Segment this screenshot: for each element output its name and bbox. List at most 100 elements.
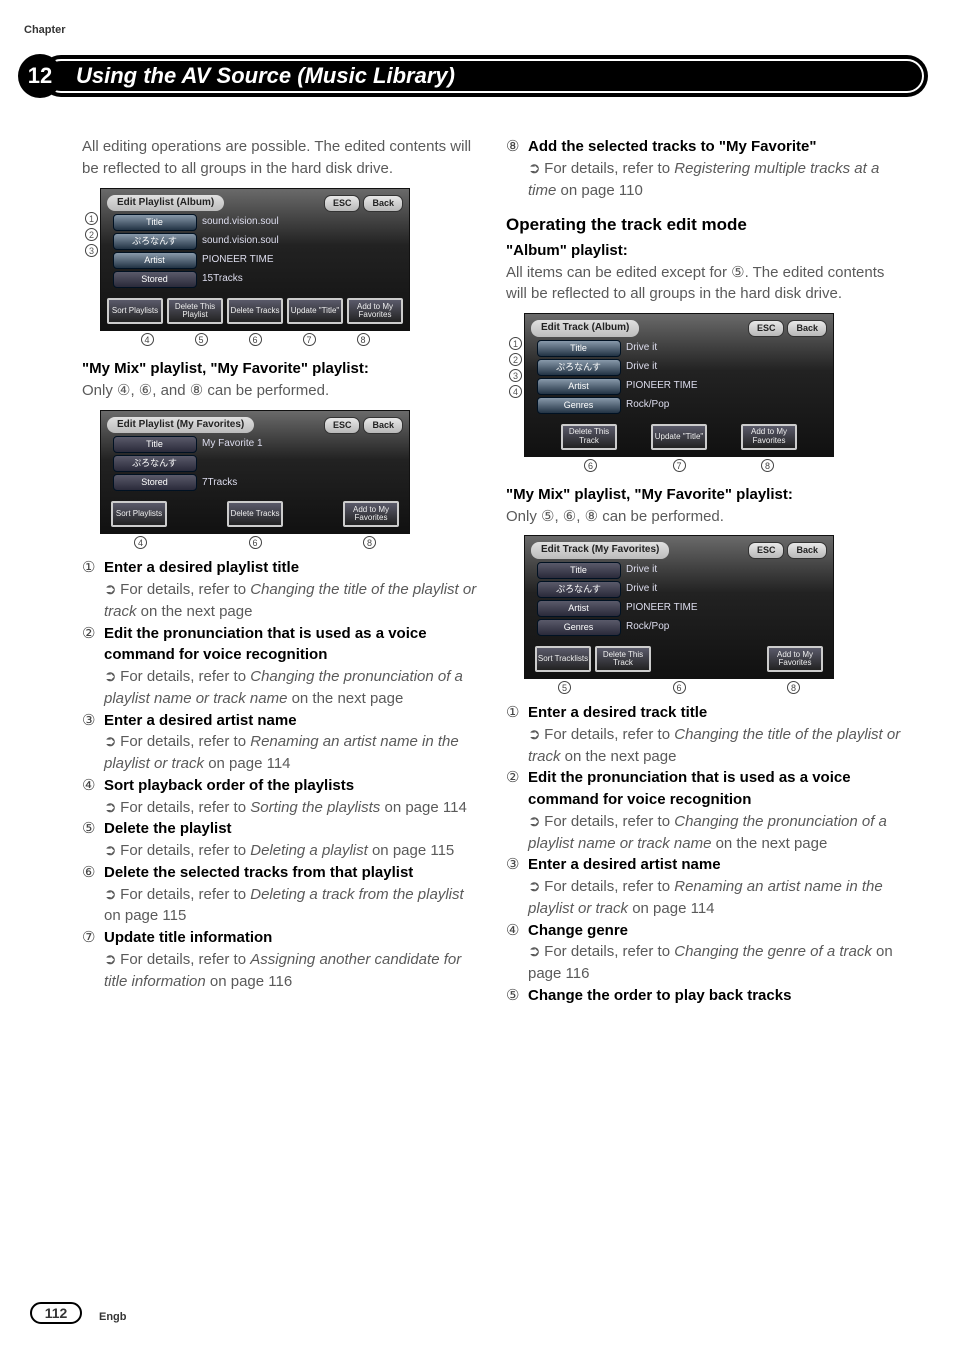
- item-title: Sort playback order of the playlists: [104, 777, 354, 794]
- callout-7: 7: [303, 333, 316, 346]
- arrow-icon: ➲: [104, 840, 116, 862]
- item-title: Delete the playlist: [104, 820, 232, 837]
- sort-tracklists-button[interactable]: Sort Tracklists: [535, 646, 591, 672]
- arrow-icon: ➲: [104, 579, 116, 601]
- arrow-icon: ➲: [528, 158, 540, 180]
- callout-5: 5: [558, 681, 571, 694]
- chapter-title: Using the AV Source (Music Library): [76, 63, 455, 89]
- mymix-heading: "My Mix" playlist, "My Favorite" playlis…: [82, 358, 478, 380]
- item-title: Update title information: [104, 929, 272, 946]
- sort-playlists-button[interactable]: Sort Playlists: [111, 501, 167, 527]
- field-label: Title: [113, 436, 197, 453]
- sort-playlists-button[interactable]: Sort Playlists: [107, 298, 163, 324]
- update-title-button[interactable]: Update "Title": [287, 298, 343, 324]
- callout-6: 6: [249, 536, 262, 549]
- field-label[interactable]: Artist: [537, 378, 621, 395]
- back-button[interactable]: Back: [787, 320, 827, 337]
- field-label[interactable]: Title: [113, 214, 197, 231]
- item-title: Enter a desired artist name: [104, 712, 297, 729]
- mymix-heading-right: "My Mix" playlist, "My Favorite" playlis…: [506, 484, 902, 506]
- arrow-icon: ➲: [528, 811, 540, 833]
- shot-header: Edit Playlist (My Favorites): [107, 417, 254, 434]
- field-value: My Favorite 1: [202, 437, 263, 452]
- mymix-para: Only ④, ⑥, and ⑧ can be performed.: [82, 380, 478, 402]
- list-item: ⑥Delete the selected tracks from that pl…: [82, 862, 478, 927]
- delete-tracks-button[interactable]: Delete Tracks: [227, 298, 283, 324]
- delete-this-playlist-button[interactable]: Delete This Playlist: [167, 298, 223, 324]
- field-value: Drive it: [626, 563, 657, 578]
- callout-8: 8: [363, 536, 376, 549]
- item-title: Enter a desired artist name: [528, 856, 721, 873]
- arrow-icon: ➲: [104, 949, 116, 971]
- field-label[interactable]: Artist: [113, 252, 197, 269]
- list-item: ④Sort playback order of the playlists➲ F…: [82, 775, 478, 819]
- callout-3: 3: [509, 369, 522, 382]
- field-label[interactable]: Title: [537, 340, 621, 357]
- item-title: Change genre: [528, 922, 628, 939]
- list-item: ①Enter a desired track title➲ For detail…: [506, 702, 902, 767]
- add-to-my-favorites-button[interactable]: Add to My Favorites: [767, 646, 823, 672]
- mymix-para-right: Only ⑤, ⑥, ⑧ can be performed.: [506, 506, 902, 528]
- item-title: Edit the pronunciation that is used as a…: [104, 625, 427, 664]
- list-item: ⑤Change the order to play back tracks: [506, 985, 902, 1007]
- arrow-icon: ➲: [528, 876, 540, 898]
- esc-button[interactable]: ESC: [324, 195, 361, 212]
- back-button[interactable]: Back: [787, 542, 827, 559]
- list-item: ④Change genre➲ For details, refer to Cha…: [506, 920, 902, 985]
- update-title-button[interactable]: Update "Title": [651, 424, 707, 450]
- add-to-my-favorites-button[interactable]: Add to My Favorites: [343, 501, 399, 527]
- item-title: Add the selected tracks to "My Favorite": [528, 138, 816, 155]
- arrow-icon: ➲: [528, 941, 540, 963]
- callout-4: 4: [509, 385, 522, 398]
- field-value: Drive it: [626, 582, 657, 597]
- callout-8: 8: [787, 681, 800, 694]
- field-value: PIONEER TIME: [626, 379, 698, 394]
- callout-4: 4: [141, 333, 154, 346]
- list-item: ③Enter a desired artist name➲ For detail…: [506, 854, 902, 919]
- shot-header: Edit Track (My Favorites): [531, 542, 669, 559]
- field-label: ぷろなんす: [113, 455, 197, 472]
- field-label[interactable]: ぷろなんす: [113, 233, 197, 250]
- right-steps-list: ①Enter a desired track title➲ For detail…: [506, 702, 902, 1007]
- shot-header: Edit Track (Album): [531, 320, 639, 337]
- callout-6: 6: [249, 333, 262, 346]
- back-button[interactable]: Back: [363, 195, 403, 212]
- chapter-label: Chapter: [24, 24, 66, 36]
- field-value: PIONEER TIME: [626, 601, 698, 616]
- intro-text: All editing operations are possible. The…: [82, 136, 478, 180]
- item-title: Change the order to play back tracks: [528, 987, 791, 1004]
- delete-this-track-button[interactable]: Delete This Track: [595, 646, 651, 672]
- callout-6: 6: [584, 459, 597, 472]
- field-value: Drive it: [626, 360, 657, 375]
- list-item: ③Enter a desired artist name➲ For detail…: [82, 710, 478, 775]
- esc-button[interactable]: ESC: [748, 542, 785, 559]
- left-column: All editing operations are possible. The…: [82, 136, 478, 1007]
- callout-8: 8: [357, 333, 370, 346]
- back-button[interactable]: Back: [363, 417, 403, 434]
- screenshot-edit-track-album: 1234 Edit Track (Album) ESCBack TitleDri…: [524, 313, 834, 472]
- delete-tracks-button[interactable]: Delete Tracks: [227, 501, 283, 527]
- field-label[interactable]: Genres: [537, 397, 621, 414]
- esc-button[interactable]: ESC: [748, 320, 785, 337]
- callout-7: 7: [673, 459, 686, 472]
- screenshot-edit-playlist-album: 123 Edit Playlist (Album) ESCBack Titles…: [100, 188, 410, 347]
- add-to-my-favorites-button[interactable]: Add to My Favorites: [347, 298, 403, 324]
- field-value: Drive it: [626, 341, 657, 356]
- list-item: ⑤Delete the playlist➲ For details, refer…: [82, 818, 478, 862]
- field-label[interactable]: ぷろなんす: [537, 359, 621, 376]
- callout-5: 5: [195, 333, 208, 346]
- list-item: ②Edit the pronunciation that is used as …: [82, 623, 478, 710]
- field-value: 7Tracks: [202, 476, 237, 491]
- item-title: Enter a desired track title: [528, 704, 707, 721]
- list-item: ⑦Update title information➲ For details, …: [82, 927, 478, 992]
- field-label: Stored: [113, 474, 197, 491]
- right-column: ⑧Add the selected tracks to "My Favorite…: [506, 136, 902, 1007]
- field-value: Rock/Pop: [626, 398, 669, 413]
- callout-2: 2: [85, 228, 98, 241]
- delete-this-track-button[interactable]: Delete This Track: [561, 424, 617, 450]
- field-value: sound.vision.soul: [202, 215, 279, 230]
- left-steps-list: ①Enter a desired playlist title➲ For det…: [82, 557, 478, 992]
- field-value: sound.vision.soul: [202, 234, 279, 249]
- add-to-my-favorites-button[interactable]: Add to My Favorites: [741, 424, 797, 450]
- esc-button[interactable]: ESC: [324, 417, 361, 434]
